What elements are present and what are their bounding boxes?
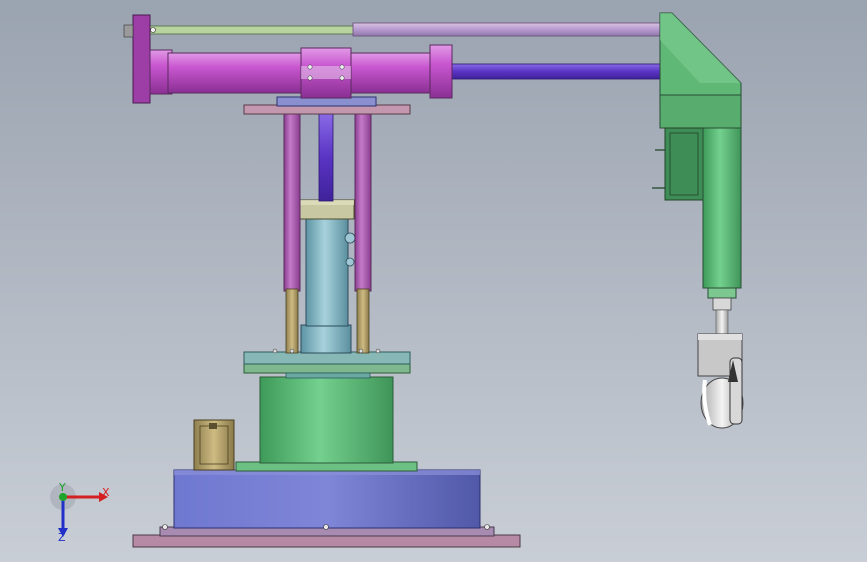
x-axis-label: X: [102, 486, 110, 499]
z-axis-label: Z: [58, 531, 66, 544]
extension-rod[interactable]: [447, 63, 664, 80]
y-axis-icon: [59, 493, 67, 501]
coordinate-triad: X Y Z: [50, 481, 110, 544]
turret-cylinder[interactable]: [235, 351, 418, 472]
gear-motor[interactable]: [193, 419, 235, 471]
base-plate[interactable]: [132, 526, 521, 548]
cad-viewport[interactable]: X Y Z: [0, 0, 867, 562]
wrist-motor[interactable]: [702, 127, 742, 335]
gripper[interactable]: [697, 333, 744, 429]
upper-guide-rod[interactable]: [149, 22, 664, 37]
y-axis-label: Y: [58, 481, 66, 494]
robot-arm-model[interactable]: X Y Z: [0, 0, 867, 562]
lift-column[interactable]: [297, 199, 356, 354]
top-plate[interactable]: [243, 96, 411, 115]
lift-screw[interactable]: [318, 112, 334, 202]
base-housing[interactable]: [162, 469, 490, 530]
